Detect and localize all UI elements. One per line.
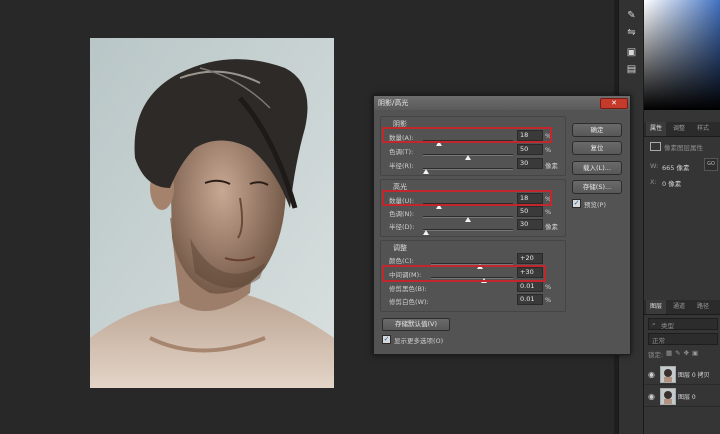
brush-icon[interactable]: ✎ [625, 10, 638, 22]
shadows-tone-thumb[interactable] [465, 155, 471, 160]
adjust-icon[interactable]: ⇋ [625, 27, 638, 39]
layer-thumbnail [660, 366, 676, 383]
reset-button[interactable]: 复位 [572, 141, 622, 155]
save-as-default-button[interactable]: 存储默认值(V) [382, 318, 450, 331]
save-button[interactable]: 存储(S)... [572, 180, 622, 194]
tab-styles[interactable]: 样式 [693, 122, 713, 136]
tab-layers[interactable]: 图层 [646, 300, 667, 314]
black-clip-label: 修剪黑色(B): [389, 285, 427, 293]
shadows-tone-input[interactable]: 50 [517, 144, 543, 155]
photo-portrait [90, 38, 334, 388]
shadows-tone-label: 色调(T): [389, 148, 414, 156]
shadows-highlights-dialog: 阴影/高光 ✕ 阴影 数量(A): 18 % 色调(T): 50 % 半径(R)… [373, 95, 631, 355]
tab-channels[interactable]: 通道 [669, 300, 689, 314]
visibility-eye-icon[interactable]: ◉ [648, 392, 655, 401]
blend-mode-value: 正常 [652, 337, 665, 345]
preview-checkbox[interactable]: ✓ [572, 199, 581, 208]
highlights-tone-thumb[interactable] [465, 217, 471, 222]
highlight-box-shadows-amount [382, 127, 552, 143]
x-label: X: [650, 178, 657, 186]
color-picker-field[interactable] [644, 0, 720, 110]
layer-row[interactable]: ◉ 图层 0 [644, 386, 720, 407]
layer-name: 图层 0 拷贝 [678, 372, 710, 379]
tab-paths[interactable]: 路径 [693, 300, 713, 314]
width-value[interactable]: 665 像素 [662, 162, 689, 172]
white-clip-label: 修剪白色(W): [389, 298, 429, 306]
color-label: 颜色(C): [389, 257, 414, 265]
black-clip-unit: % [545, 283, 552, 291]
lock-icons[interactable]: ▦✎✥▣ [666, 349, 701, 357]
save-icon[interactable]: ▣ [625, 47, 638, 59]
highlights-tone-label: 色调(N): [389, 210, 415, 218]
tab-adjustments[interactable]: 调整 [669, 122, 689, 136]
doc-props-label: 像素图层属性 [664, 144, 703, 152]
shadows-radius-slider[interactable] [423, 168, 513, 170]
shadows-group: 阴影 数量(A): 18 % 色调(T): 50 % 半径(R): 30 像素 [380, 116, 566, 176]
ok-button[interactable]: 确定 [572, 123, 622, 137]
dialog-title: 阴影/高光 [378, 99, 409, 107]
close-button[interactable]: ✕ [600, 98, 628, 109]
properties-tabbar: 属性 调整 样式 [644, 122, 720, 137]
layer-name: 图层 0 [678, 394, 696, 401]
dialog-titlebar[interactable]: 阴影/高光 [374, 96, 630, 110]
layer-thumbnail [660, 388, 676, 405]
kind-filter-label: 类型 [661, 322, 674, 330]
highlight-box-highlights-amount [382, 190, 552, 206]
shadows-tone-unit: % [545, 146, 552, 154]
highlights-tone-input[interactable]: 50 [517, 206, 543, 217]
width-label: W: [650, 162, 659, 170]
blend-mode-select[interactable]: 正常 [648, 333, 718, 345]
tab-properties[interactable]: 属性 [646, 122, 667, 136]
shadows-radius-unit: 像素 [545, 162, 558, 170]
right-panel: 属性 调整 样式 像素图层属性 W: 665 像素 GO X: 0 像素 图层 … [643, 0, 720, 434]
more-options-checkbox[interactable]: ✓ [382, 335, 391, 344]
highlight-box-midtone [382, 265, 546, 282]
preview-label: 预览(P) [584, 201, 606, 209]
x-value[interactable]: 0 像素 [662, 178, 681, 188]
white-clip-unit: % [545, 296, 552, 304]
link-dimensions-button[interactable]: GO [704, 158, 718, 171]
color-input[interactable]: +20 [517, 253, 543, 264]
visibility-eye-icon[interactable]: ◉ [648, 370, 655, 379]
white-clip-input[interactable]: 0.01 [517, 294, 543, 305]
highlights-radius-thumb[interactable] [422, 230, 429, 235]
layer-row[interactable]: ◉ 图层 0 拷贝 [644, 364, 720, 385]
portrait-image [90, 38, 334, 388]
highlights-radius-label: 半径(D): [389, 223, 415, 231]
pixel-layer-icon [650, 142, 661, 151]
layer-kind-filter[interactable]: ⌕ 类型 [648, 318, 718, 330]
black-clip-input[interactable]: 0.01 [517, 281, 543, 292]
highlights-tone-unit: % [545, 208, 552, 216]
export-icon[interactable]: ▤ [625, 64, 638, 76]
more-options-label: 显示更多选项(O) [394, 337, 444, 345]
shadows-radius-label: 半径(R): [389, 162, 414, 170]
highlights-radius-slider[interactable] [423, 229, 513, 231]
shadows-radius-input[interactable]: 30 [517, 158, 543, 169]
search-icon: ⌕ [652, 320, 656, 328]
lock-label: 锁定: [648, 351, 664, 359]
layers-tabbar: 图层 通道 路径 [644, 300, 720, 315]
load-button[interactable]: 载入(L)... [572, 161, 622, 175]
highlights-radius-unit: 像素 [545, 223, 558, 231]
highlights-group: 高光 数量(U): 18 % 色调(N): 50 % 半径(D): 30 像素 [380, 179, 566, 237]
shadows-radius-thumb[interactable] [422, 169, 429, 174]
adjustments-title: 调整 [393, 244, 407, 252]
highlights-radius-input[interactable]: 30 [517, 219, 543, 230]
